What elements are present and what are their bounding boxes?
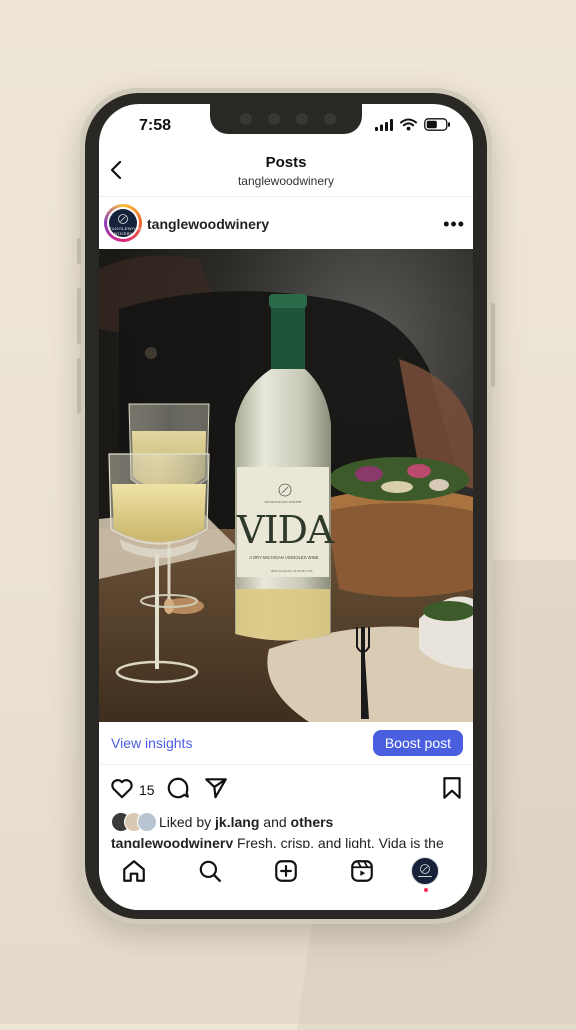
liked-by-and: and xyxy=(259,814,291,830)
sensor-dot xyxy=(296,113,308,125)
post-caption: tanglewoodwinery Fresh, crisp, and light… xyxy=(111,835,473,849)
liked-by-others[interactable]: others xyxy=(291,814,334,830)
insights-bar: View insights Boost post xyxy=(99,722,473,765)
liker-avatar xyxy=(137,812,157,832)
caption-username[interactable]: tanglewoodwinery xyxy=(111,835,233,849)
notification-dot xyxy=(424,888,428,892)
wine-photo xyxy=(99,249,473,722)
share-icon[interactable] xyxy=(203,775,229,801)
view-insights-link[interactable]: View insights xyxy=(111,735,192,751)
sensor-dot xyxy=(268,113,280,125)
post-username[interactable]: tanglewoodwinery xyxy=(147,216,269,232)
liked-by-prefix: Liked by xyxy=(159,814,216,830)
bookmark-icon[interactable] xyxy=(439,775,465,801)
caption-text: Fresh, crisp, and light. Vida is the xyxy=(233,835,444,849)
status-icons xyxy=(375,118,451,131)
post-header: TANGLEWOOD WINERY tanglewoodwinery ••• xyxy=(99,198,473,248)
create-post-icon[interactable] xyxy=(273,858,299,884)
sensor-dot xyxy=(240,113,252,125)
avatar: TANGLEWOOD WINERY xyxy=(107,207,143,239)
winery-logo-icon xyxy=(418,864,432,877)
page-subtitle: tanglewoodwinery xyxy=(237,174,335,188)
boost-post-button[interactable]: Boost post xyxy=(372,730,463,756)
battery-icon xyxy=(424,118,450,131)
heart-icon[interactable] xyxy=(109,775,135,801)
mute-switch xyxy=(77,238,81,264)
phone-frame: 7:58 Posts tanglewoodwinery TANGLEWOOD W… xyxy=(77,88,495,924)
avatar-logo: TANGLEWOOD WINERY xyxy=(109,209,143,237)
phone-screen: 7:58 Posts tanglewoodwinery TANGLEWOOD W… xyxy=(99,104,473,910)
post-actions: 15 xyxy=(99,772,473,808)
post-image[interactable]: TANGLEWOOD WINERY VIDA A DRY MICHIGAN VI… xyxy=(99,249,473,722)
cellular-signal-icon xyxy=(375,118,393,131)
likes-count[interactable]: 15 xyxy=(139,782,155,798)
avatar-label: TANGLEWOOD WINERY xyxy=(109,226,143,236)
sensor-dot xyxy=(324,113,336,125)
home-icon[interactable] xyxy=(121,858,147,884)
more-options-icon[interactable]: ••• xyxy=(443,214,465,235)
liked-by-user[interactable]: jk.lang xyxy=(215,814,259,830)
power-button xyxy=(491,303,495,387)
profile-tab-avatar[interactable] xyxy=(411,857,439,885)
bottle-tagline: A DRY MICHIGAN VIGNOLES WINE xyxy=(249,555,319,560)
status-time: 7:58 xyxy=(139,117,172,134)
notch xyxy=(210,104,362,134)
posts-header: Posts tanglewoodwinery xyxy=(99,148,473,197)
bottom-tab-bar xyxy=(99,848,473,910)
story-ring[interactable]: TANGLEWOOD WINERY xyxy=(104,204,142,242)
search-icon[interactable] xyxy=(197,858,223,884)
page-title: Posts xyxy=(265,154,307,171)
winery-logo-icon xyxy=(118,214,128,224)
liked-by-text[interactable]: Liked by jk.lang and others xyxy=(159,814,333,830)
liked-by-row: Liked by jk.lang and others xyxy=(111,812,471,832)
bottle-brand: TANGLEWOOD WINERY xyxy=(264,500,302,504)
wifi-icon xyxy=(400,118,417,131)
volume-down-button xyxy=(77,358,81,414)
comment-icon[interactable] xyxy=(165,775,191,801)
reels-icon[interactable] xyxy=(349,858,375,884)
bottle-fine-print: 2021 ALCOHOL 11.5% BY VOL xyxy=(270,569,314,573)
volume-up-button xyxy=(77,288,81,344)
bottle-label-name: VIDA xyxy=(237,508,334,552)
